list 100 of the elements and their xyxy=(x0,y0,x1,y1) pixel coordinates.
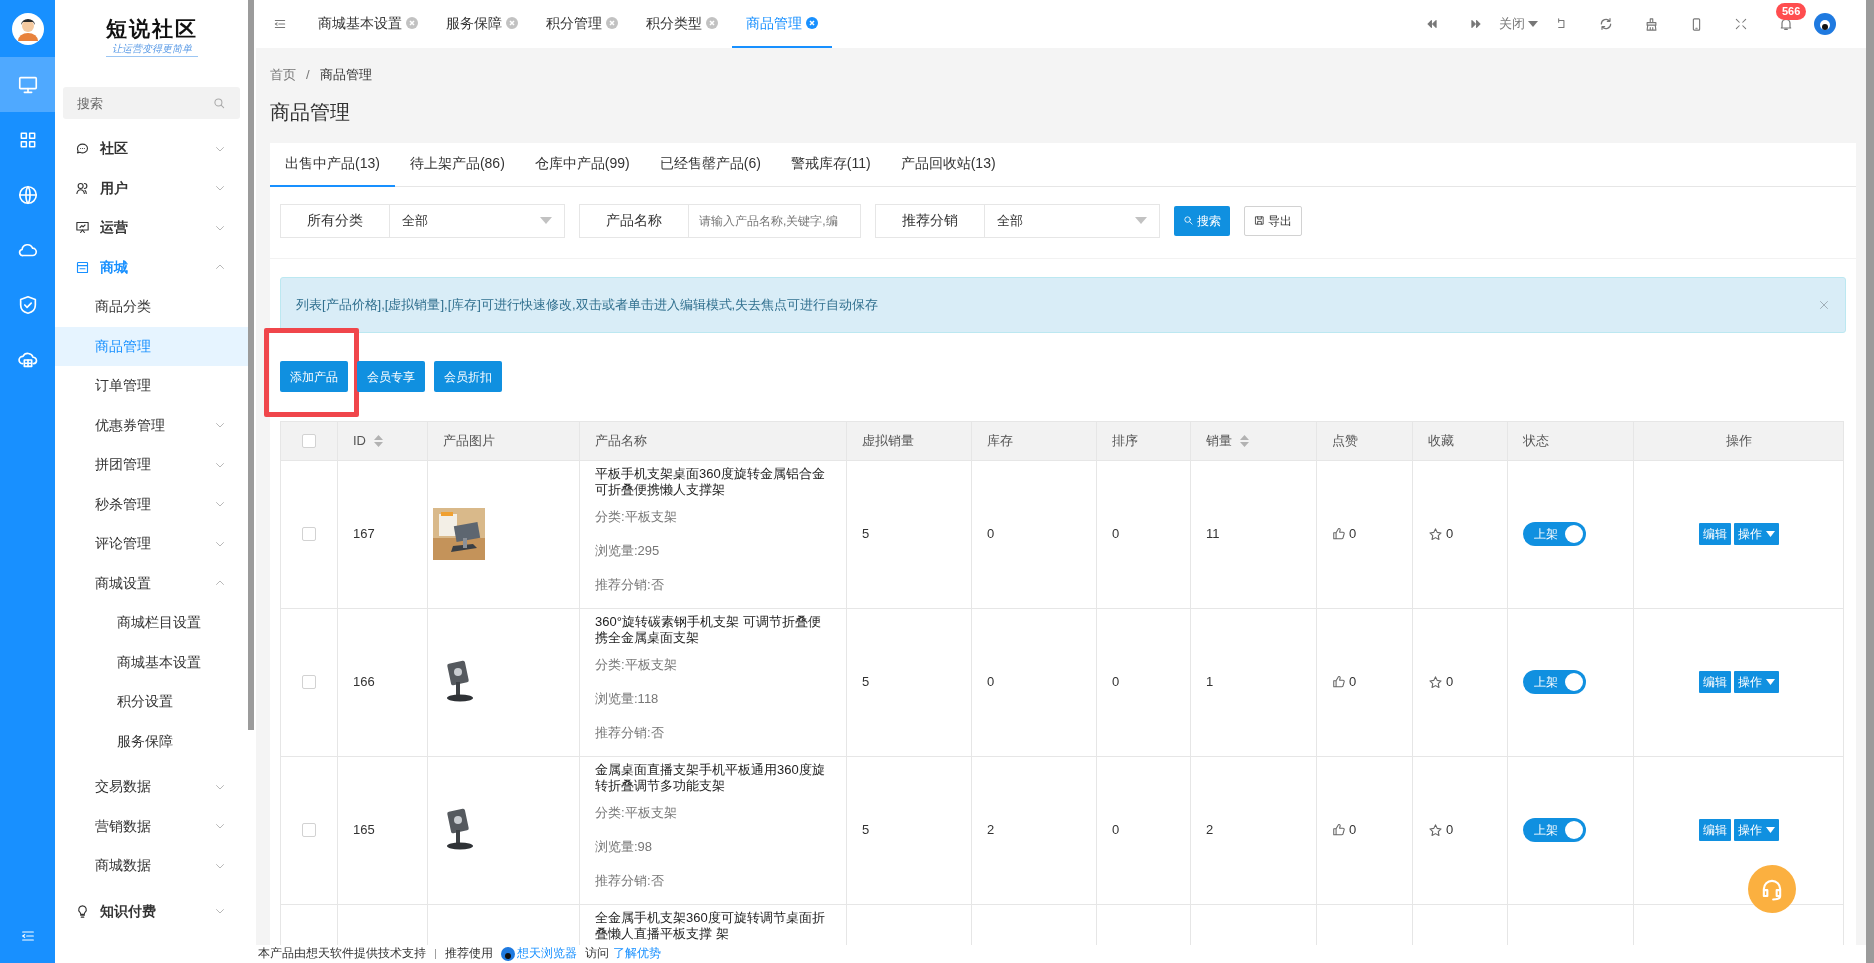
tab[interactable]: 仓库中产品(99) xyxy=(519,142,645,187)
filter-label: 推荐分销 xyxy=(875,203,985,238)
product-views: 浏览量:295 xyxy=(595,541,661,560)
close-icon xyxy=(1818,298,1830,311)
table-cell-text: 2 xyxy=(1206,821,1214,840)
menu-item[interactable]: 商城栏目设置 xyxy=(55,603,248,643)
column-header: 排序 xyxy=(1112,431,1138,450)
column-header: 产品名称 xyxy=(595,431,647,450)
caret-icon xyxy=(1765,827,1775,833)
tab[interactable]: 出售中产品(13) xyxy=(270,142,395,187)
footer-separator: | xyxy=(434,946,437,962)
menu-item[interactable]: 商城基本设置 xyxy=(55,642,248,682)
caret-icon xyxy=(1135,217,1147,224)
tab[interactable]: 已经售罄产品(6) xyxy=(644,142,776,187)
filter-select[interactable]: 全部 xyxy=(390,203,565,238)
checkbox[interactable] xyxy=(302,433,316,448)
presentation-icon xyxy=(75,220,90,236)
search-field[interactable]: 搜索 xyxy=(63,87,240,119)
close-icon[interactable] xyxy=(506,17,518,29)
product-name: 全金属手机支架360度可旋转调节桌面折叠懒人直播平板支撑 架 xyxy=(595,909,826,942)
page-tab[interactable]: 积分类型 xyxy=(632,0,732,48)
scrollbar[interactable] xyxy=(1866,0,1874,963)
checkbox[interactable] xyxy=(302,823,316,837)
like-count: 0 xyxy=(1349,673,1357,692)
fast-forward-icon xyxy=(1469,17,1483,31)
menu-item[interactable]: 商品分类 xyxy=(55,287,248,327)
breadcrumb-item[interactable]: 首页 xyxy=(270,65,296,85)
export-button[interactable]: 导出 xyxy=(1244,205,1302,236)
column-header[interactable]: ID xyxy=(353,430,383,451)
star-icon xyxy=(1428,822,1443,838)
menu-item[interactable]: 商城数据 xyxy=(55,846,248,886)
checkbox[interactable] xyxy=(302,675,316,689)
filter-select[interactable]: 全部 xyxy=(985,203,1160,238)
menu-item[interactable]: 积分设置 xyxy=(55,682,248,722)
page-title: 商品管理 xyxy=(270,99,351,125)
menu-icon xyxy=(273,17,287,31)
brand-slogan: 让运营变得更简单 xyxy=(105,41,198,57)
table-cell-text: 11 xyxy=(1206,525,1220,544)
sort-icon[interactable] xyxy=(1240,434,1249,447)
column-header: 产品图片 xyxy=(443,431,495,450)
menu-item[interactable]: 优惠券管理 xyxy=(55,405,248,445)
tab[interactable]: 产品回收站(13) xyxy=(885,142,1011,187)
product-views: 浏览量:98 xyxy=(595,837,654,856)
close-icon[interactable] xyxy=(706,17,718,29)
page-tab[interactable]: 服务保障 xyxy=(432,0,532,48)
menu-item[interactable]: 知识付费 xyxy=(55,891,248,931)
favorite-count: 0 xyxy=(1446,673,1454,692)
menu-item[interactable]: 拼团管理 xyxy=(55,445,248,485)
page-tab[interactable]: 积分管理 xyxy=(532,0,632,48)
close-menu-button[interactable]: 关闭 xyxy=(1499,14,1538,34)
tab[interactable]: 待上架产品(86) xyxy=(394,142,520,187)
caret-icon xyxy=(1528,21,1538,27)
broom-icon xyxy=(1644,16,1659,32)
table-cell-text: 5 xyxy=(862,821,870,840)
table-cell-text: 1 xyxy=(1206,673,1214,692)
filter-label: 所有分类 xyxy=(280,203,390,238)
menu-item[interactable]: 商城设置 xyxy=(55,563,248,603)
like-count: 0 xyxy=(1349,525,1357,544)
menu-item[interactable]: 秒杀管理 xyxy=(55,484,248,524)
caret-icon xyxy=(1765,531,1775,537)
table-cell-text: 5 xyxy=(862,673,870,692)
menu-item[interactable]: 运营 xyxy=(55,208,248,248)
menu-item[interactable]: 订单管理 xyxy=(55,366,248,406)
like-count: 0 xyxy=(1349,821,1357,840)
thumbs-up-icon xyxy=(1332,527,1346,541)
tab[interactable]: 警戒库存(11) xyxy=(775,142,886,187)
column-header[interactable]: 销量 xyxy=(1206,430,1249,451)
globe-icon xyxy=(16,183,39,206)
notification-badge: 566 xyxy=(1776,3,1807,20)
menu-item[interactable]: 服务保障 xyxy=(55,721,248,761)
product-category: 分类:平板支架 xyxy=(595,507,678,526)
page-tab[interactable]: 商城基本设置 xyxy=(304,0,432,48)
menu-item[interactable]: 用户 xyxy=(55,168,248,208)
product-category: 分类:平板支架 xyxy=(595,655,678,674)
star-icon xyxy=(1428,526,1443,542)
column-header: 库存 xyxy=(987,431,1013,450)
table-cell-text: 2 xyxy=(987,821,995,840)
close-icon[interactable] xyxy=(406,17,418,29)
scrollbar[interactable] xyxy=(248,0,254,730)
product-category: 分类:平板支架 xyxy=(595,803,678,822)
rail-button[interactable] xyxy=(0,57,55,112)
menu-item[interactable]: 社区 xyxy=(55,129,248,169)
favorite-count: 0 xyxy=(1446,821,1454,840)
thumbs-up-icon xyxy=(1332,823,1346,837)
close-icon[interactable] xyxy=(806,17,818,29)
filter-input[interactable]: 请输入产品名称,关键字,编 xyxy=(689,203,861,238)
product-name: 金属桌面直播支架手机平板通用360度旋转折叠调节多功能支架 xyxy=(595,761,826,794)
favorite-count: 0 xyxy=(1446,525,1454,544)
menu-item[interactable]: 评论管理 xyxy=(55,524,248,564)
menu-item[interactable]: 交易数据 xyxy=(55,767,248,807)
menu-item[interactable]: 营销数据 xyxy=(55,806,248,846)
table-cell-text: 165 xyxy=(353,821,375,840)
close-icon[interactable] xyxy=(606,17,618,29)
sort-icon[interactable] xyxy=(374,434,383,447)
avatar[interactable] xyxy=(1814,13,1836,35)
product-name: 平板手机支架桌面360度旋转金属铝合金可折叠便携懒人支撑架 xyxy=(595,465,826,498)
column-header: 收藏 xyxy=(1428,431,1454,450)
rewind-icon xyxy=(1425,17,1439,31)
table-cell-text: 0 xyxy=(1112,821,1120,840)
checkbox[interactable] xyxy=(302,527,316,541)
